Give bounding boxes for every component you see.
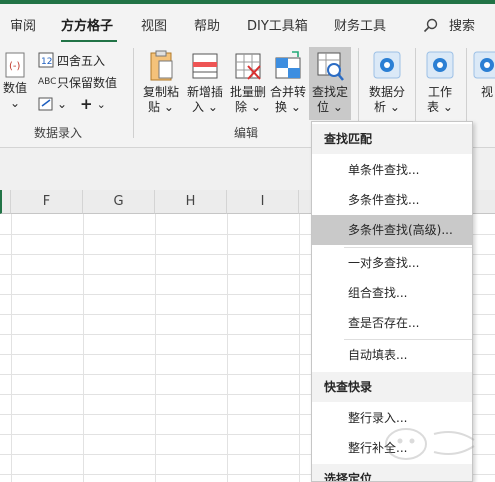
menu-item-check-exists[interactable]: 查是否存在... bbox=[312, 308, 472, 338]
data-analysis-icon bbox=[373, 51, 401, 79]
chevron-down-icon: ⌄ bbox=[96, 97, 106, 111]
menu-item-one-to-many-lookup[interactable]: 一对多查找... bbox=[312, 248, 472, 278]
chevron-down-icon: ⌄ bbox=[290, 100, 301, 114]
abc-icon: ABC bbox=[38, 77, 57, 87]
merge-grid-icon bbox=[275, 51, 301, 79]
plus-icon: + bbox=[80, 95, 93, 113]
worksheet-label-2: 表 bbox=[427, 100, 440, 114]
tab-help[interactable]: 帮助 bbox=[194, 15, 220, 34]
copy-paste-button[interactable]: 复制粘 贴 ⌄ bbox=[140, 50, 182, 120]
find-locate-button[interactable]: 查找定 位 ⌄ bbox=[309, 47, 351, 120]
chevron-down-icon: ⌄ bbox=[389, 100, 400, 114]
menu-section-quick-entry: 快查快录 bbox=[312, 372, 472, 402]
view-icon bbox=[473, 51, 495, 79]
tab-fangfanggezi[interactable]: 方方格子 bbox=[61, 15, 113, 34]
add-insert-label: 新增插 bbox=[186, 85, 223, 99]
tab-view[interactable]: 视图 bbox=[141, 15, 167, 34]
round-button[interactable]: 12 四舍五入 bbox=[38, 50, 105, 70]
insert-rows-icon bbox=[192, 53, 218, 79]
numeric-button[interactable]: (-) 数值 ⌄ bbox=[0, 52, 30, 111]
worksheet-label: 工作 bbox=[427, 85, 452, 99]
delete-grid-icon bbox=[235, 53, 261, 80]
numeric-label: 数值 bbox=[2, 81, 27, 95]
menu-item-single-condition-lookup[interactable]: 单条件查找... bbox=[312, 155, 472, 185]
tab-review[interactable]: 审阅 bbox=[10, 15, 36, 34]
add-insert-label-2: 入 bbox=[192, 100, 205, 114]
view-partial-button[interactable]: 视 bbox=[472, 50, 495, 120]
edit-group-label: 编辑 bbox=[234, 126, 259, 140]
batch-delete-button[interactable]: 批量删 除 ⌄ bbox=[227, 50, 269, 120]
column-header-f[interactable]: F bbox=[11, 190, 83, 214]
merge-convert-label: 合并转 bbox=[269, 85, 306, 99]
worksheet-icon bbox=[426, 51, 454, 79]
chevron-down-icon: ⌄ bbox=[332, 100, 343, 114]
merge-convert-label-2: 换 bbox=[275, 100, 288, 114]
data-analysis-button[interactable]: 数据分 析 ⌄ bbox=[364, 50, 410, 120]
view-partial-label: 视 bbox=[480, 85, 493, 99]
add-insert-button[interactable]: 新增插 入 ⌄ bbox=[184, 50, 226, 120]
tab-diy-toolbox[interactable]: DIY工具箱 bbox=[247, 15, 308, 34]
numeric-icon: (-) bbox=[5, 52, 25, 78]
data-entry-group-label: 数据录入 bbox=[34, 126, 83, 140]
merge-convert-button[interactable]: 合并转 换 ⌄ bbox=[267, 50, 309, 120]
clipboard-icon bbox=[150, 50, 173, 81]
find-locate-label-2: 位 bbox=[317, 100, 330, 114]
menu-section-lookup-match: 查找匹配 bbox=[312, 124, 472, 154]
tab-finance-tools[interactable]: 财务工具 bbox=[334, 15, 386, 34]
column-header-edge[interactable] bbox=[0, 190, 11, 214]
worksheet-button[interactable]: 工作 表 ⌄ bbox=[420, 50, 460, 120]
find-locate-label: 查找定 bbox=[311, 85, 348, 99]
chevron-down-icon: ⌄ bbox=[250, 100, 261, 114]
find-grid-icon bbox=[317, 52, 344, 81]
round-label: 四舍五入 bbox=[57, 53, 106, 68]
svg-text:(-): (-) bbox=[9, 61, 21, 72]
chevron-down-icon: ⌄ bbox=[442, 100, 453, 114]
data-analysis-label: 数据分 bbox=[368, 85, 405, 99]
chevron-down-icon: ⌄ bbox=[163, 100, 174, 114]
watermark-logo bbox=[385, 428, 475, 460]
data-analysis-label-2: 析 bbox=[374, 100, 387, 114]
menu-section-select-locate: 选择定位 bbox=[312, 464, 472, 481]
menu-item-auto-fill-form[interactable]: 自动填表... bbox=[312, 340, 472, 370]
menu-item-combined-lookup[interactable]: 组合查找... bbox=[312, 278, 472, 308]
tab-search[interactable]: 搜索 bbox=[449, 15, 475, 34]
chevron-down-icon: ⌄ bbox=[207, 100, 218, 114]
copy-paste-label: 复制粘 bbox=[142, 85, 179, 99]
column-header-i[interactable]: I bbox=[227, 190, 299, 214]
batch-delete-label: 批量删 bbox=[229, 85, 266, 99]
round-icon: 12 bbox=[38, 52, 54, 68]
chevron-down-icon: ⌄ bbox=[9, 96, 21, 110]
column-header-g[interactable]: G bbox=[83, 190, 155, 214]
column-header-h[interactable]: H bbox=[155, 190, 227, 214]
group-divider bbox=[133, 48, 134, 138]
menu-item-multi-condition-lookup-advanced[interactable]: 多条件查找(高级)... bbox=[312, 215, 472, 245]
batch-delete-label-2: 除 bbox=[235, 100, 248, 114]
format-icon bbox=[38, 97, 53, 111]
add-dropdown-button[interactable]: + ⌄ bbox=[80, 94, 106, 114]
search-icon[interactable] bbox=[423, 18, 438, 33]
copy-paste-label-2: 贴 bbox=[148, 100, 161, 114]
keep-numeric-button[interactable]: ABC 只保留数值 bbox=[38, 72, 117, 92]
menu-item-multi-condition-lookup[interactable]: 多条件查找... bbox=[312, 185, 472, 215]
chevron-down-icon: ⌄ bbox=[57, 97, 68, 111]
format-dropdown-button[interactable]: ⌄ bbox=[38, 94, 67, 114]
ribbon-tabs: 审阅 方方格子 视图 帮助 DIY工具箱 财务工具 搜索 bbox=[0, 4, 495, 43]
keep-numeric-label: 只保留数值 bbox=[57, 75, 118, 90]
svg-text:12: 12 bbox=[41, 57, 52, 67]
